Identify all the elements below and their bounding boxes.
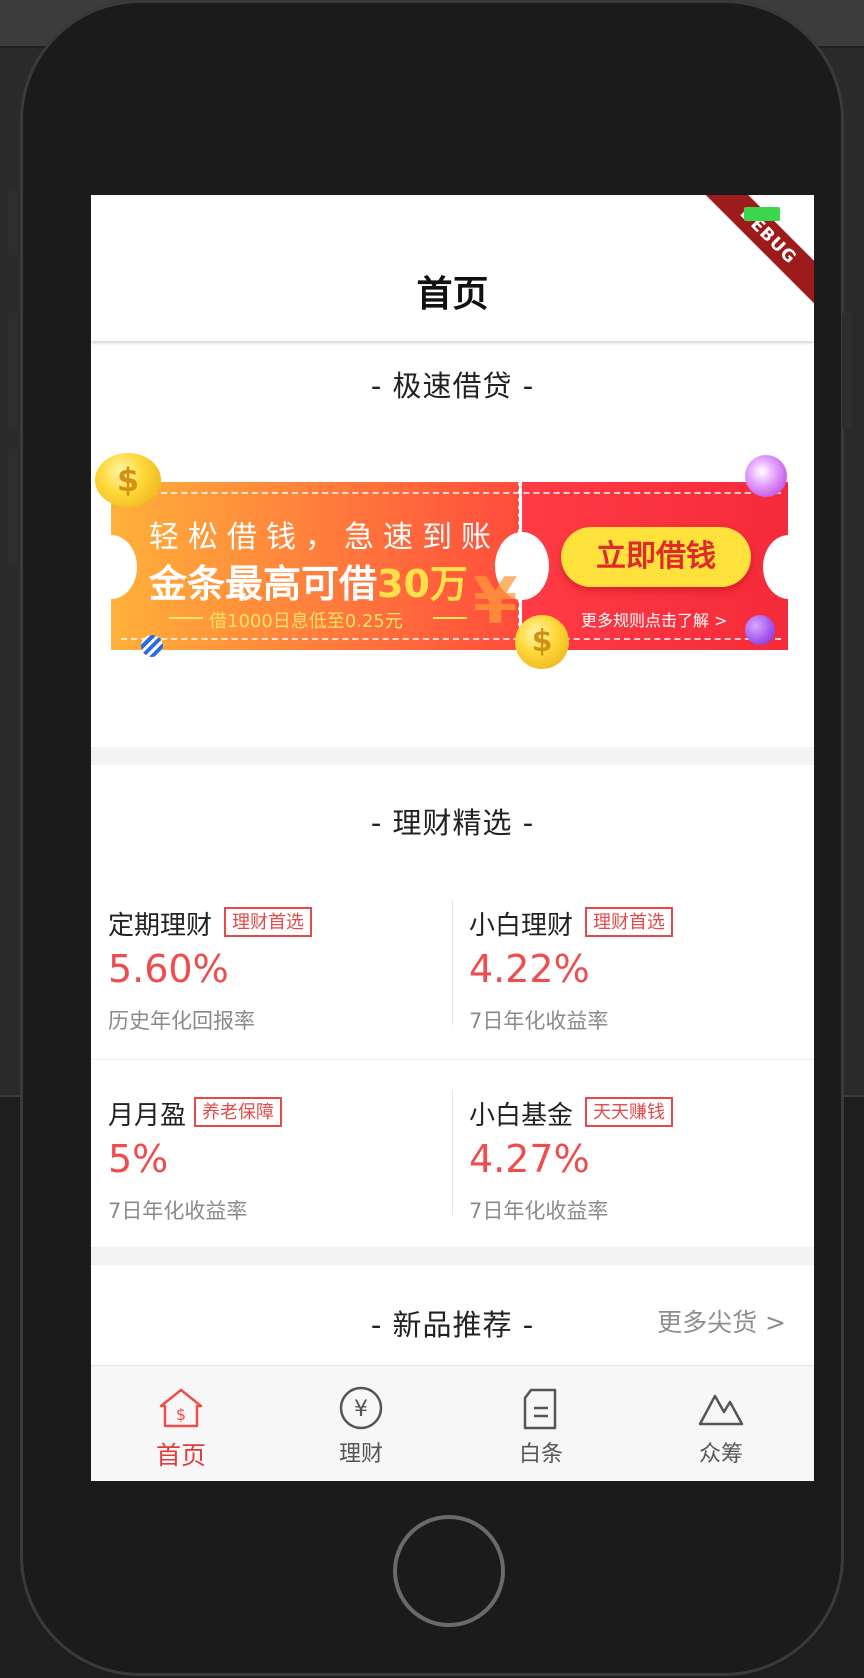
nav-label: 白条 [518,1442,563,1467]
more-rules-link[interactable]: 更多规则点击了解 > [581,607,728,631]
product-rate: 4.22% [469,947,590,991]
borrow-now-button[interactable]: 立即借钱 [561,527,751,587]
product-name: 小白理财 [469,911,574,941]
app-bar: 首页 [91,195,814,341]
section-gap [91,747,814,765]
more-goods-link[interactable]: 更多尖货 > [657,1303,786,1339]
banner-dash-bottom [121,638,781,640]
column-divider [452,900,453,1025]
svg-text:$: $ [176,1405,186,1424]
app-screen: 首页 DEBUG - 极速借贷 - 轻松借钱，急速到账 金条最高可借30万 借1… [91,195,814,1481]
product-name: 定期理财 [108,911,213,941]
banner-headline: 金条最高可借30万 [149,553,468,608]
banner-deco-line-right [433,617,467,619]
banner-headline-amount: 30万 [377,562,468,606]
home-dollar-icon: $ [159,1388,203,1428]
banner-notch-right [763,535,814,599]
product-tag: 理财首选 [585,907,673,937]
product-tag: 天天赚钱 [585,1097,673,1127]
product-rate-desc: 7日年化收益率 [469,1199,609,1223]
nav-label: 理财 [338,1442,383,1467]
product-tag: 养老保障 [194,1097,282,1127]
banner-deco-line-left [169,617,203,619]
section-title-loan: - 极速借贷 - [370,369,535,403]
document-icon [523,1388,557,1430]
bottom-navigation: $ 首页 ¥ 理财 白条 众筹 [91,1365,814,1481]
product-rate: 5% [108,1137,169,1181]
nav-label: 首页 [155,1441,206,1470]
home-button[interactable] [393,1515,505,1627]
nav-item-crowdfunding[interactable]: 众筹 [631,1366,811,1481]
product-tag: 理财首选 [224,907,312,937]
product-rate: 4.27% [469,1137,590,1181]
nav-item-home[interactable]: $ 首页 [91,1366,271,1481]
banner-headline-prefix: 金条最高可借 [149,562,378,606]
purple-ball-icon [745,615,775,645]
volume-up-button [8,312,18,430]
nav-label: 众筹 [698,1442,743,1467]
yen-sign-decoration: ¥ [473,565,518,639]
mute-switch [8,190,18,256]
page-title: 首页 [416,274,489,315]
nav-item-baitiao[interactable]: 白条 [451,1366,631,1481]
striped-ball-icon [141,635,163,657]
gold-coin-icon: $ [95,453,161,507]
battery-indicator [744,207,780,221]
column-divider [452,1090,453,1215]
banner-interest-note: 借1000日息低至0.25元 [209,611,403,632]
power-button [842,312,852,430]
gold-coin-icon: $ [515,615,569,669]
product-name: 月月盈 [108,1101,187,1131]
product-name: 小白基金 [469,1101,574,1131]
nav-item-finance[interactable]: ¥ 理财 [271,1366,451,1481]
banner-slogan: 轻松借钱，急速到账 [149,520,500,555]
product-rate: 5.60% [108,947,229,991]
mountain-icon [698,1394,744,1426]
yen-circle-icon: ¥ [339,1386,383,1430]
section-title-finance: - 理财精选 - [370,806,535,840]
product-rate-desc: 7日年化收益率 [108,1199,248,1223]
svg-text:¥: ¥ [354,1397,368,1422]
volume-down-button [8,448,18,566]
phone-frame: 首页 DEBUG - 极速借贷 - 轻松借钱，急速到账 金条最高可借30万 借1… [8,0,852,1676]
product-rate-desc: 历史年化回报率 [108,1009,255,1033]
row-divider [91,1059,814,1060]
purple-ball-icon [745,455,787,497]
banner-dash-top [121,492,781,494]
product-rate-desc: 7日年化收益率 [469,1009,609,1033]
section-gap [91,1247,814,1265]
